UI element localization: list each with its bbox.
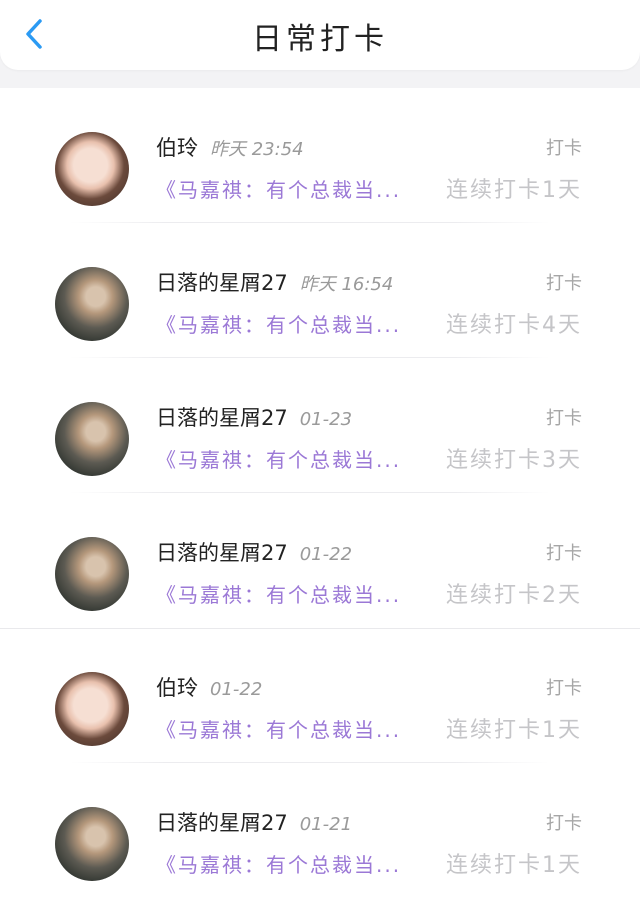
post-preview[interactable]: 《马嘉祺：有个总裁当... — [156, 174, 401, 203]
streak-count: 连续打卡1天 — [446, 718, 582, 743]
user-name[interactable]: 日落的星屑27 — [156, 271, 288, 295]
timestamp: 01-22 — [210, 679, 263, 700]
streak-count: 连续打卡1天 — [446, 853, 582, 878]
list-item[interactable]: 伯玲 01-22 打卡 《马嘉祺：有个总裁当... 连续打卡1天 — [0, 628, 640, 763]
post-preview[interactable]: 《马嘉祺：有个总裁当... — [156, 579, 401, 608]
checkin-label: 打卡 — [546, 273, 582, 294]
streak-count: 连续打卡4天 — [446, 313, 582, 338]
avatar[interactable] — [55, 132, 129, 206]
post-preview[interactable]: 《马嘉祺：有个总裁当... — [156, 714, 401, 743]
avatar[interactable] — [55, 267, 129, 341]
list-item[interactable]: 伯玲 昨天 23:54 打卡 《马嘉祺：有个总裁当... 连续打卡1天 — [0, 88, 640, 223]
post-preview[interactable]: 《马嘉祺：有个总裁当... — [156, 444, 401, 473]
user-name[interactable]: 日落的星屑27 — [156, 406, 288, 430]
checkin-label: 打卡 — [546, 408, 582, 429]
streak-count: 连续打卡2天 — [446, 583, 582, 608]
timestamp: 01-22 — [299, 544, 353, 565]
user-name[interactable]: 日落的星屑27 — [156, 811, 288, 835]
streak-count: 连续打卡3天 — [446, 448, 582, 473]
checkin-label: 打卡 — [546, 138, 582, 159]
checkin-list: 伯玲 昨天 23:54 打卡 《马嘉祺：有个总裁当... 连续打卡1天 日落的星屑… — [0, 88, 640, 898]
list-item[interactable]: 日落的星屑27 01-21 打卡 《马嘉祺：有个总裁当... 连续打卡1天 — [0, 763, 640, 898]
timestamp: 01-21 — [299, 814, 353, 835]
list-item[interactable]: 日落的星屑27 01-22 打卡 《马嘉祺：有个总裁当... 连续打卡2天 — [0, 493, 640, 628]
post-preview[interactable]: 《马嘉祺：有个总裁当... — [156, 849, 401, 878]
top-bar: 日常打卡 — [0, 0, 640, 70]
user-name[interactable]: 伯玲 — [156, 676, 198, 700]
timestamp: 昨天 16:54 — [299, 274, 394, 295]
checkin-label: 打卡 — [546, 543, 582, 564]
timestamp: 昨天 23:54 — [210, 139, 304, 160]
page-title: 日常打卡 — [252, 22, 388, 57]
timestamp: 01-23 — [299, 409, 353, 430]
list-item[interactable]: 日落的星屑27 昨天 16:54 打卡 《马嘉祺：有个总裁当... 连续打卡4天 — [0, 223, 640, 358]
avatar[interactable] — [55, 402, 129, 476]
checkin-label: 打卡 — [546, 678, 582, 699]
post-preview[interactable]: 《马嘉祺：有个总裁当... — [156, 309, 401, 338]
avatar[interactable] — [55, 807, 129, 881]
user-name[interactable]: 伯玲 — [156, 136, 198, 160]
checkin-label: 打卡 — [546, 813, 582, 834]
list-item[interactable]: 日落的星屑27 01-23 打卡 《马嘉祺：有个总裁当... 连续打卡3天 — [0, 358, 640, 493]
avatar[interactable] — [55, 537, 129, 611]
streak-count: 连续打卡1天 — [446, 178, 582, 203]
user-name[interactable]: 日落的星屑27 — [156, 541, 288, 565]
avatar[interactable] — [55, 672, 129, 746]
